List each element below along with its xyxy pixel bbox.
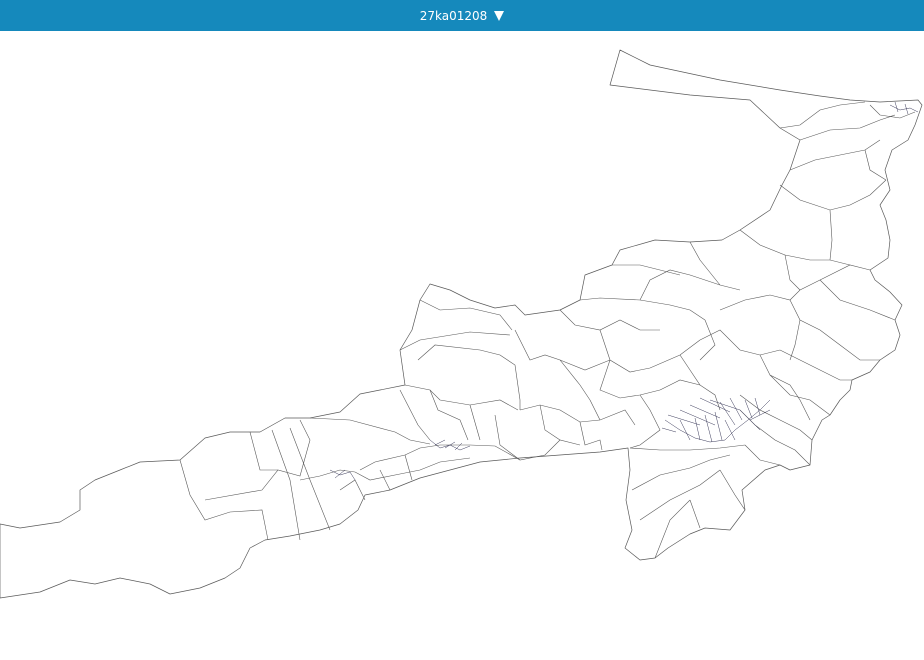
- triangle-down-icon: [494, 10, 505, 21]
- area-code-label: 27ka01208: [419, 8, 488, 23]
- map-view[interactable]: [0, 31, 924, 660]
- territory-outline: [0, 49, 923, 599]
- area-code-dropdown[interactable]: 27ka01208: [420, 9, 505, 23]
- boundary-map[interactable]: [0, 31, 924, 660]
- top-bar: 27ka01208: [0, 0, 924, 31]
